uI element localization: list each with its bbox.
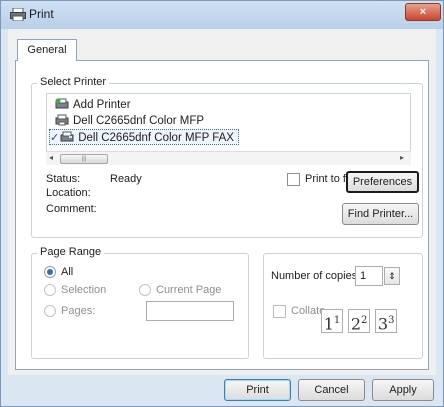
add-printer-icon [55,98,69,109]
number-of-copies-input[interactable]: 1 [355,266,383,286]
title-bar[interactable]: Print × [1,1,443,29]
select-printer-label: Select Printer [37,76,110,88]
number-of-copies-label: Number of copies: [271,270,361,282]
status-value: Ready [110,173,142,185]
copies-spinner[interactable]: ⇕ [384,267,400,285]
all-label[interactable]: All [61,266,73,278]
close-button[interactable]: × [405,3,441,21]
collate-checkbox[interactable] [273,305,286,318]
scroll-right-icon[interactable]: ▸ [400,153,404,162]
printer-item-add-printer[interactable]: Add Printer [55,97,131,113]
printer-list-hscrollbar[interactable]: ◂ ||| ▸ [46,151,411,165]
cancel-button[interactable]: Cancel [298,379,365,401]
tab-general[interactable]: General [17,39,77,61]
location-label: Location: [46,187,91,199]
collate-page-1: 11 [321,309,343,333]
printer-icon [10,8,26,21]
pages-input[interactable] [146,301,234,321]
collate-page-3: 33 [375,309,398,334]
comment-label: Comment: [46,203,97,215]
collate-page-sub: 2 [361,315,368,326]
printer-item-dell-mfp-fax[interactable]: ✓ Dell C2665dnf Color MFP FAX [49,129,239,145]
apply-button[interactable]: Apply [372,379,434,401]
print-dialog: Print × General Select Printer Add Print… [0,0,444,407]
scroll-thumb[interactable]: ||| [60,154,108,164]
current-page-label[interactable]: Current Page [156,284,221,296]
print-button[interactable]: Print [224,379,291,401]
collate-page-number: 3 [377,314,389,334]
collate-page-2: 22 [348,309,371,334]
printer-icon [55,114,69,126]
printer-item-label: Add Printer [73,99,131,111]
page-range-label: Page Range [37,246,105,258]
scroll-left-icon[interactable]: ◂ [49,153,53,162]
print-to-file-checkbox[interactable] [287,173,300,186]
collate-page-sub: 1 [333,315,341,326]
pages-label[interactable]: Pages: [61,305,95,317]
printer-item-label: Dell C2665dnf Color MFP [73,115,205,127]
default-printer-check-icon: ✓ [50,132,60,144]
spinner-icon: ⇕ [388,271,396,281]
window-title: Print [29,7,54,21]
printer-item-dell-mfp[interactable]: Dell C2665dnf Color MFP [55,113,204,129]
find-printer-button[interactable]: Find Printer... [342,203,419,225]
preferences-button[interactable]: Preferences [346,171,419,193]
status-label: Status: [46,173,81,185]
selection-radio[interactable] [44,284,56,296]
collate-page-number: 1 [323,314,334,334]
pages-radio[interactable] [44,305,56,317]
selection-label[interactable]: Selection [61,284,106,296]
current-page-radio[interactable] [139,284,151,296]
collate-pages-icon: 11 22 33 [321,309,398,334]
fax-printer-icon [60,131,74,142]
close-icon: × [419,6,427,18]
collate-page-number: 2 [350,314,361,334]
all-radio[interactable] [44,266,56,278]
printer-item-label: Dell C2665dnf Color MFP FAX [78,132,234,144]
collate-page-sub: 3 [388,315,395,326]
